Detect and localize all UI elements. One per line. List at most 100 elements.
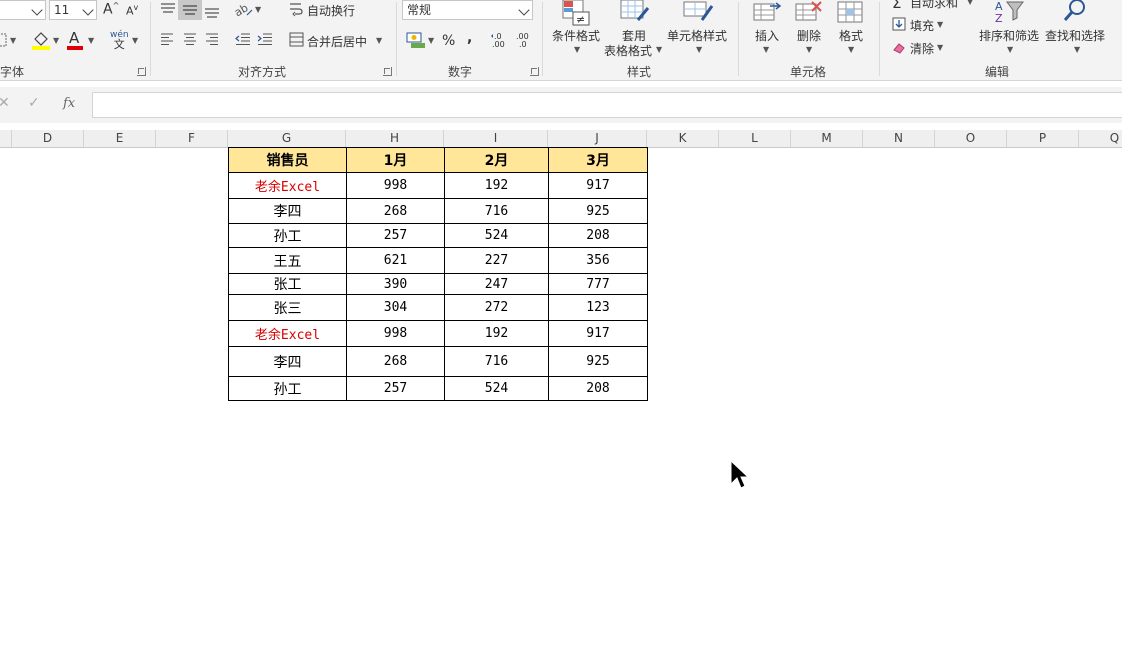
- header-cell[interactable]: 1月: [346, 147, 445, 173]
- autosum-icon[interactable]: Σ: [892, 0, 901, 12]
- grow-font-button[interactable]: A^: [103, 1, 119, 18]
- cell-styles-icon[interactable]: [682, 0, 714, 27]
- font-name-dropdown[interactable]: [0, 0, 46, 20]
- font-size-dropdown[interactable]: 11: [49, 0, 97, 20]
- table-cell[interactable]: 304: [346, 294, 445, 321]
- increase-decimal-icon[interactable]: .0.00: [490, 31, 510, 52]
- align-left-icon[interactable]: [160, 33, 174, 48]
- column-header-h[interactable]: H: [346, 130, 444, 147]
- table-cell[interactable]: 777: [548, 273, 648, 295]
- decrease-indent-icon[interactable]: [235, 33, 251, 49]
- font-color-dropdown-icon[interactable]: ▼: [88, 36, 94, 45]
- find-select-button[interactable]: 查找和选择: [1045, 27, 1105, 44]
- align-right-icon[interactable]: [205, 33, 219, 48]
- format-dropdown-icon[interactable]: ▼: [848, 45, 854, 54]
- find-select-icon[interactable]: [1062, 0, 1088, 27]
- wrap-text-button[interactable]: 自动换行: [307, 2, 355, 19]
- table-cell[interactable]: 孙工: [228, 376, 347, 401]
- table-cell[interactable]: 247: [444, 273, 549, 295]
- table-cell[interactable]: 925: [548, 346, 648, 377]
- table-cell[interactable]: 李四: [228, 346, 347, 377]
- format-as-table-dropdown-icon[interactable]: ▼: [656, 45, 662, 54]
- delete-dropdown-icon[interactable]: ▼: [806, 45, 812, 54]
- accounting-format-icon[interactable]: [406, 31, 426, 52]
- table-cell[interactable]: 621: [346, 247, 445, 274]
- table-cell[interactable]: 356: [548, 247, 648, 274]
- column-header-p[interactable]: P: [1007, 130, 1079, 147]
- cancel-entry-icon[interactable]: ✕: [0, 95, 10, 111]
- clear-button[interactable]: 清除: [910, 40, 934, 57]
- table-cell[interactable]: 917: [548, 172, 648, 199]
- table-cell[interactable]: 老余Excel: [228, 172, 347, 199]
- column-header-g[interactable]: G: [228, 130, 346, 147]
- table-cell[interactable]: 老余Excel: [228, 320, 347, 347]
- column-header-c[interactable]: [0, 130, 12, 147]
- format-as-table-icon[interactable]: [620, 0, 650, 27]
- table-cell[interactable]: 孙工: [228, 223, 347, 248]
- header-cell[interactable]: 2月: [444, 147, 549, 173]
- column-header-j[interactable]: J: [548, 130, 647, 147]
- table-cell[interactable]: 925: [548, 198, 648, 224]
- table-cell[interactable]: 123: [548, 294, 648, 321]
- fill-color-icon[interactable]: [31, 30, 51, 53]
- font-color-icon[interactable]: A: [66, 29, 84, 54]
- format-cells-icon[interactable]: [836, 0, 866, 27]
- decrease-decimal-icon[interactable]: .00.0: [514, 31, 534, 52]
- table-cell[interactable]: 208: [548, 223, 648, 248]
- cell-styles-dropdown-icon[interactable]: ▼: [696, 45, 702, 54]
- table-cell[interactable]: 268: [346, 346, 445, 377]
- table-cell[interactable]: 张工: [228, 273, 347, 295]
- delete-button[interactable]: 删除: [797, 27, 821, 44]
- table-cell[interactable]: 208: [548, 376, 648, 401]
- percent-style-button[interactable]: %: [442, 33, 455, 49]
- accounting-dropdown-icon[interactable]: ▼: [428, 36, 434, 45]
- fill-dropdown-icon[interactable]: ▼: [937, 20, 943, 29]
- table-cell[interactable]: 257: [346, 376, 445, 401]
- format-as-table-button[interactable]: 表格格式: [604, 42, 652, 59]
- insert-function-icon[interactable]: fx: [63, 96, 75, 111]
- clear-icon[interactable]: [892, 40, 906, 57]
- table-cell[interactable]: 524: [444, 376, 549, 401]
- merge-center-button[interactable]: 合并后居中: [307, 33, 367, 50]
- formula-input[interactable]: [92, 92, 1122, 118]
- table-cell[interactable]: 716: [444, 198, 549, 224]
- number-format-dropdown[interactable]: 常规: [402, 0, 533, 20]
- orientation-icon[interactable]: ab: [232, 1, 253, 20]
- column-header-q[interactable]: Q: [1079, 130, 1122, 147]
- phonetic-dropdown-icon[interactable]: ▼: [132, 36, 138, 45]
- phonetic-guide-icon[interactable]: wén 文: [110, 30, 129, 51]
- confirm-entry-icon[interactable]: ✓: [28, 95, 40, 111]
- font-dialog-launcher[interactable]: [137, 67, 146, 76]
- shrink-font-button[interactable]: Av: [126, 3, 138, 18]
- column-header-e[interactable]: E: [84, 130, 156, 147]
- cell-styles-button[interactable]: 单元格样式: [667, 27, 727, 44]
- column-header-m[interactable]: M: [791, 130, 863, 147]
- insert-cells-icon[interactable]: [752, 0, 782, 27]
- fill-icon[interactable]: [892, 17, 906, 34]
- column-header-l[interactable]: L: [719, 130, 791, 147]
- table-cell[interactable]: 917: [548, 320, 648, 347]
- fill-color-dropdown-icon[interactable]: ▼: [53, 36, 59, 45]
- table-cell[interactable]: 268: [346, 198, 445, 224]
- column-header-o[interactable]: O: [935, 130, 1007, 147]
- border-dropdown-icon[interactable]: ▼: [10, 36, 16, 45]
- number-dialog-launcher[interactable]: [530, 67, 539, 76]
- align-top-icon[interactable]: [160, 2, 176, 17]
- find-select-dropdown-icon[interactable]: ▼: [1074, 45, 1080, 54]
- merge-center-icon[interactable]: [289, 32, 304, 50]
- column-header-i[interactable]: I: [444, 130, 548, 147]
- table-cell[interactable]: 524: [444, 223, 549, 248]
- increase-indent-icon[interactable]: [257, 33, 273, 49]
- table-cell[interactable]: 227: [444, 247, 549, 274]
- sort-filter-dropdown-icon[interactable]: ▼: [1007, 45, 1013, 54]
- column-header-f[interactable]: F: [156, 130, 228, 147]
- fill-button[interactable]: 填充: [910, 17, 934, 34]
- align-center-icon[interactable]: [183, 33, 197, 48]
- orientation-dropdown-icon[interactable]: ▼: [255, 5, 261, 14]
- conditional-format-icon[interactable]: ≠: [561, 0, 591, 29]
- table-cell[interactable]: 王五: [228, 247, 347, 274]
- sort-filter-button[interactable]: 排序和筛选: [979, 27, 1039, 44]
- autosum-dropdown-icon[interactable]: ▼: [967, 0, 973, 6]
- table-cell[interactable]: 192: [444, 320, 549, 347]
- column-header-n[interactable]: N: [863, 130, 935, 147]
